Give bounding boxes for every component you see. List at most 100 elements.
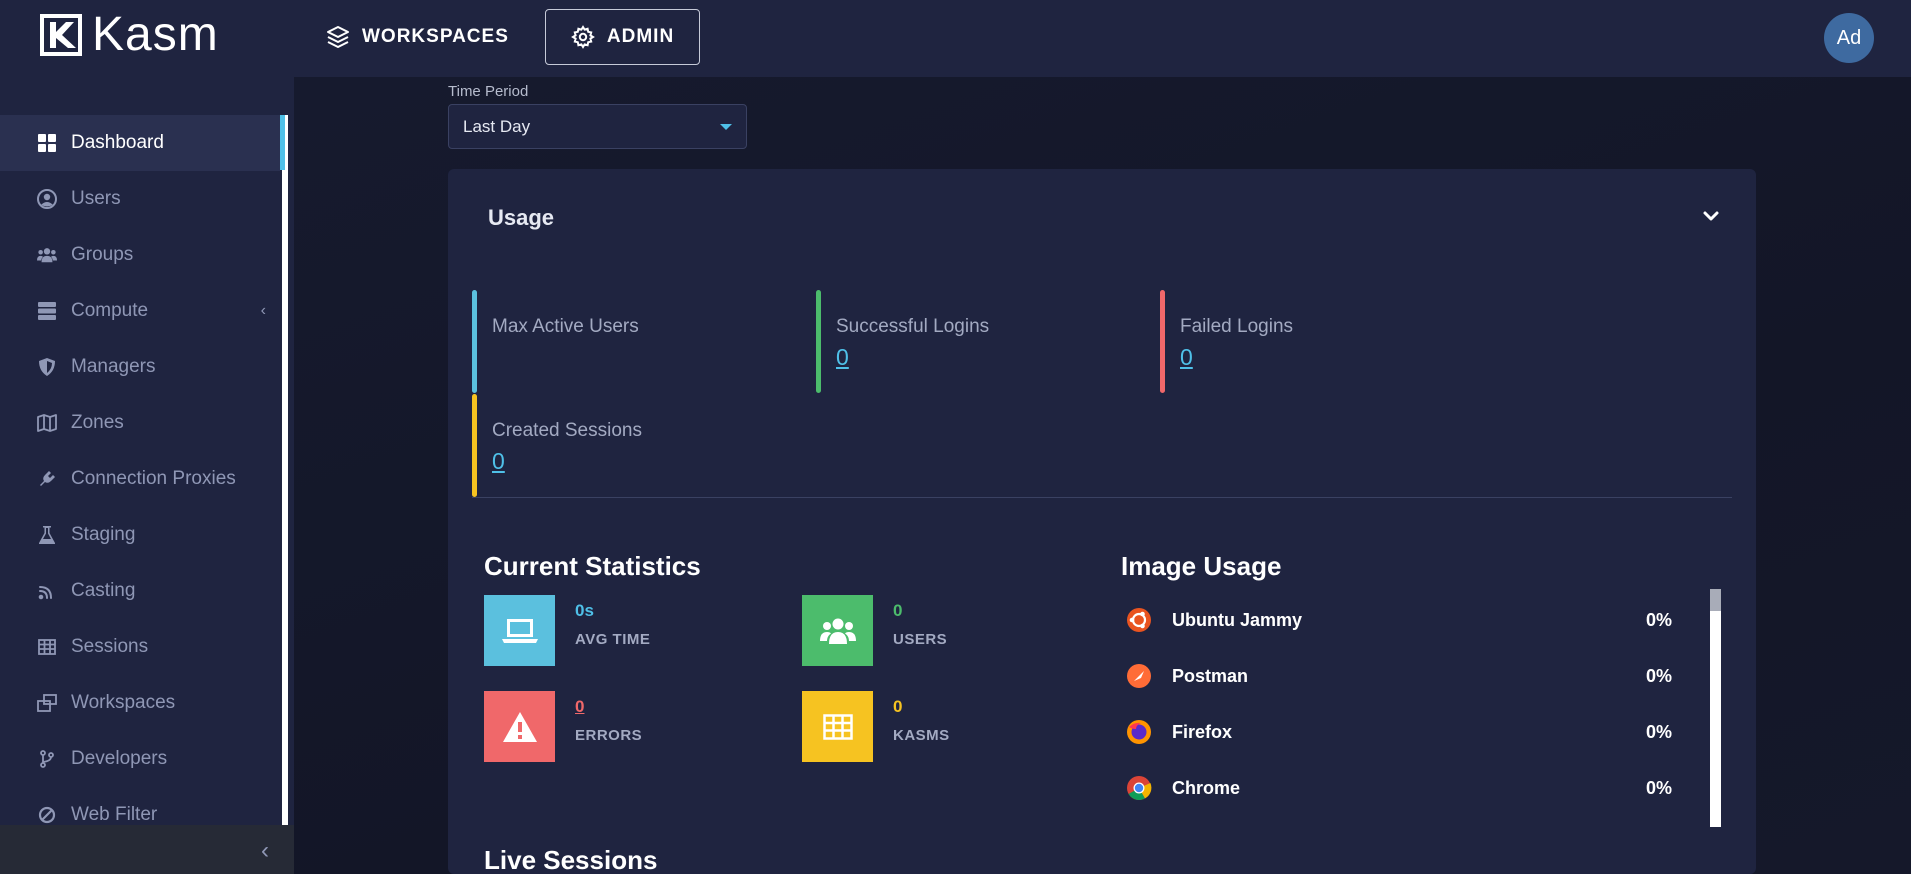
grid-icon — [802, 691, 873, 762]
image-usage-row: Ubuntu Jammy 0% — [1126, 605, 1672, 635]
sidebar-item-connection-proxies[interactable]: Connection Proxies — [0, 451, 280, 507]
sidebar-item-workspaces[interactable]: Workspaces — [0, 675, 280, 731]
sidebar-item-casting[interactable]: Casting — [0, 563, 280, 619]
sidebar-item-label: Staging — [71, 524, 136, 545]
sidebar-footer: ‹ — [0, 825, 294, 874]
scrollbar-thumb[interactable] — [1710, 589, 1721, 611]
metric-failed-logins: Failed Logins 0 — [1160, 290, 1480, 393]
map-icon — [37, 413, 57, 433]
sidebar-item-sessions[interactable]: Sessions — [0, 619, 280, 675]
avatar[interactable]: Ad — [1824, 13, 1874, 63]
users-icon — [802, 595, 873, 666]
laptop-icon — [484, 595, 555, 666]
metric-created-sessions: Created Sessions 0 — [472, 394, 792, 497]
sidebar-item-label: Dashboard — [71, 132, 164, 153]
metric-color-bar — [816, 290, 821, 393]
sidebar-item-compute[interactable]: Compute ‹ — [0, 283, 280, 339]
sidebar-item-managers[interactable]: Managers — [0, 339, 280, 395]
image-usage-row: Chrome 0% — [1126, 773, 1672, 803]
dashboard-icon — [37, 133, 57, 153]
ban-icon — [37, 805, 57, 825]
sidebar-item-developers[interactable]: Developers — [0, 731, 280, 787]
stat-caption: ERRORS — [575, 727, 643, 744]
sidebar-item-label: Developers — [71, 748, 168, 769]
time-period-select[interactable]: Last Day — [448, 104, 747, 149]
image-usage-row: Postman 0% — [1126, 661, 1672, 691]
nav-workspaces[interactable]: WORKSPACES — [300, 9, 535, 65]
nav-admin[interactable]: ADMIN — [544, 9, 701, 65]
stat-value: 0 — [893, 601, 903, 620]
sidebar-item-zones[interactable]: Zones — [0, 395, 280, 451]
firefox-icon — [1127, 720, 1151, 744]
stat-caption: USERS — [893, 631, 948, 648]
cast-icon — [37, 581, 57, 601]
metric-successful-logins: Successful Logins 0 — [816, 290, 1136, 393]
top-bar: Kasm WORKSPACES ADMIN Ad — [0, 0, 1911, 77]
metric-value[interactable]: 0 — [1180, 344, 1480, 371]
sidebar-item-label: Zones — [71, 412, 124, 433]
sidebar: Dashboard Users Groups Compute ‹ Manager… — [0, 77, 294, 874]
flask-icon — [37, 525, 57, 545]
time-period-label: Time Period — [448, 83, 529, 100]
metric-label: Successful Logins — [836, 316, 990, 337]
sidebar-item-label: Workspaces — [71, 692, 176, 713]
sidebar-item-label: Casting — [71, 580, 136, 601]
metric-label: Max Active Users — [492, 316, 639, 337]
image-name: Postman — [1172, 665, 1249, 686]
sidebar-item-label: Compute — [71, 300, 149, 321]
stat-kasms: 0 KASMS — [802, 691, 950, 762]
warning-icon — [484, 691, 555, 762]
image-percent: 0% — [1645, 609, 1672, 630]
ubuntu-icon — [1127, 608, 1151, 632]
kasm-logo-icon — [40, 14, 82, 56]
sidebar-item-label: Managers — [71, 356, 156, 377]
sidebar-scrollbar[interactable] — [282, 115, 288, 825]
stat-caption: KASMS — [893, 727, 950, 744]
image-name: Ubuntu Jammy — [1172, 609, 1303, 630]
chevron-left-icon[interactable]: ‹ — [261, 302, 266, 320]
brand-name: Kasm — [92, 8, 219, 61]
chrome-icon — [1127, 776, 1152, 801]
layers-icon — [327, 26, 349, 48]
metric-label: Created Sessions — [492, 420, 642, 441]
image-name: Chrome — [1172, 777, 1241, 798]
sidebar-item-label: Sessions — [71, 636, 149, 657]
table-icon — [37, 637, 57, 657]
users-group-icon — [37, 245, 57, 265]
current-statistics-title: Current Statistics — [484, 551, 701, 581]
collapse-sidebar-button[interactable]: ‹ — [261, 837, 269, 865]
stat-value: 0s — [575, 601, 594, 620]
image-usage-scrollbar[interactable] — [1710, 589, 1721, 827]
image-percent: 0% — [1645, 777, 1672, 798]
metric-color-bar — [1160, 290, 1165, 393]
top-nav: WORKSPACES ADMIN — [300, 9, 701, 65]
server-icon — [37, 301, 57, 321]
stat-value[interactable]: 0 — [575, 697, 642, 717]
windows-icon — [37, 693, 57, 713]
kasm-logo[interactable]: Kasm — [40, 8, 219, 61]
sidebar-item-staging[interactable]: Staging — [0, 507, 280, 563]
shield-icon — [37, 357, 57, 377]
stat-avg-time: 0s AVG TIME — [484, 595, 650, 666]
metric-value[interactable]: 0 — [492, 448, 792, 475]
user-circle-icon — [37, 189, 57, 209]
sidebar-item-users[interactable]: Users — [0, 171, 280, 227]
sidebar-item-label: Groups — [71, 244, 134, 265]
image-percent: 0% — [1645, 721, 1672, 742]
sidebar-active-indicator — [280, 115, 285, 170]
chevron-down-icon[interactable] — [1698, 203, 1724, 229]
caret-down-icon — [720, 124, 732, 130]
sidebar-item-label: Connection Proxies — [71, 468, 236, 489]
image-name: Firefox — [1172, 721, 1233, 742]
sidebar-item-groups[interactable]: Groups — [0, 227, 280, 283]
usage-title: Usage — [488, 205, 555, 230]
metric-color-bar — [472, 394, 477, 497]
sidebar-item-dashboard[interactable]: Dashboard — [0, 115, 280, 171]
branch-icon — [37, 749, 57, 769]
live-sessions-title: Live Sessions — [484, 845, 658, 874]
metric-label: Failed Logins — [1180, 316, 1294, 337]
image-percent: 0% — [1645, 665, 1672, 686]
image-usage-row: Firefox 0% — [1126, 717, 1672, 747]
metric-value[interactable]: 0 — [836, 344, 1136, 371]
plug-icon — [37, 469, 57, 489]
